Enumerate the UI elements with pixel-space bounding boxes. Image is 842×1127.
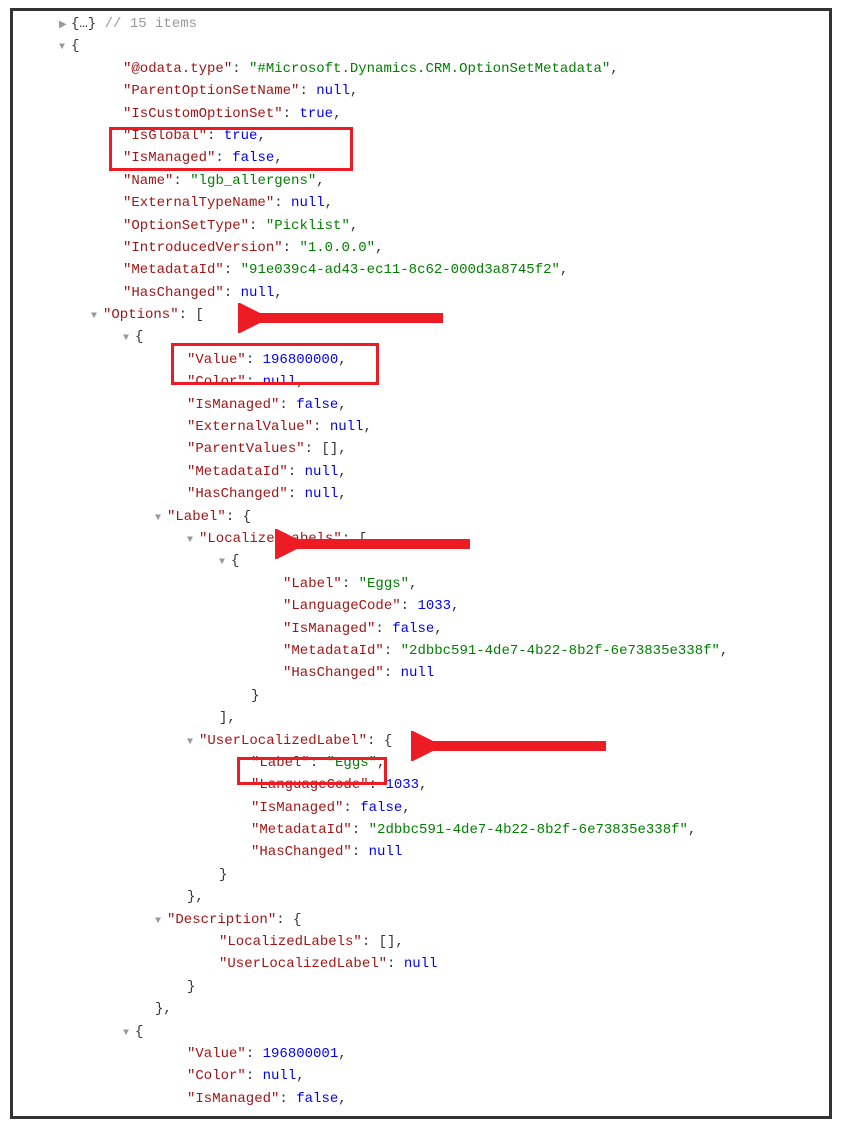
json-viewer-panel: ▶{…} // 15 items ▼{ "@odata.type": "#Mic… bbox=[10, 8, 832, 1119]
json-line: "MetadataId": "91e039c4-ad43-ec11-8c62-0… bbox=[19, 259, 823, 281]
json-line: "LanguageCode": 1033, bbox=[19, 595, 823, 617]
json-line: "MetadataId": "2dbbc591-4de7-4b22-8b2f-6… bbox=[19, 819, 823, 841]
json-line: "ExternalValue": null, bbox=[19, 416, 823, 438]
collapse-toggle-icon[interactable]: ▼ bbox=[187, 735, 199, 751]
json-line: "Name": "lgb_allergens", bbox=[19, 170, 823, 192]
json-line: "ParentValues": [], bbox=[19, 438, 823, 460]
json-line: }, bbox=[19, 998, 823, 1020]
json-line: "Value": 196800000, bbox=[19, 349, 823, 371]
json-line: } bbox=[19, 864, 823, 886]
json-line: "IsGlobal": true, bbox=[19, 125, 823, 147]
json-line: "IsManaged": false, bbox=[19, 1088, 823, 1110]
collapse-toggle-icon[interactable]: ▼ bbox=[155, 511, 167, 527]
json-line: "IsManaged": false, bbox=[19, 394, 823, 416]
collapse-toggle-icon[interactable]: ▼ bbox=[123, 331, 135, 347]
json-line: } bbox=[19, 976, 823, 998]
json-line: "HasChanged": null, bbox=[19, 483, 823, 505]
json-line: ▼{ bbox=[19, 35, 823, 57]
json-line: "IsManaged": false, bbox=[19, 147, 823, 169]
json-line: "LanguageCode": 1033, bbox=[19, 774, 823, 796]
json-line: "UserLocalizedLabel": null bbox=[19, 953, 823, 975]
json-line: "OptionSetType": "Picklist", bbox=[19, 215, 823, 237]
json-line: "ParentOptionSetName": null, bbox=[19, 80, 823, 102]
json-line: "Label": "Eggs", bbox=[19, 573, 823, 595]
collapse-toggle-icon[interactable]: ▼ bbox=[91, 309, 103, 325]
json-line: "HasChanged": null bbox=[19, 662, 823, 684]
json-line: "@odata.type": "#Microsoft.Dynamics.CRM.… bbox=[19, 58, 823, 80]
json-line: "IntroducedVersion": "1.0.0.0", bbox=[19, 237, 823, 259]
collapse-toggle-icon[interactable]: ▼ bbox=[123, 1026, 135, 1042]
json-line: "MetadataId": null, bbox=[19, 461, 823, 483]
json-line: "Value": 196800001, bbox=[19, 1043, 823, 1065]
json-line: }, bbox=[19, 886, 823, 908]
collapse-toggle-icon[interactable]: ▼ bbox=[187, 533, 199, 549]
json-line: ▼"Options": [ bbox=[19, 304, 823, 326]
json-line: "ExternalTypeName": null, bbox=[19, 192, 823, 214]
json-line: ▼"Description": { bbox=[19, 909, 823, 931]
json-line: "MetadataId": "2dbbc591-4de7-4b22-8b2f-6… bbox=[19, 640, 823, 662]
collapse-toggle-icon[interactable]: ▼ bbox=[155, 914, 167, 930]
collapse-toggle-icon[interactable]: ▼ bbox=[219, 555, 231, 571]
json-line: ], bbox=[19, 707, 823, 729]
json-line: "LocalizedLabels": [], bbox=[19, 931, 823, 953]
json-line: ▶{…} // 15 items bbox=[19, 13, 823, 35]
json-line: "HasChanged": null, bbox=[19, 282, 823, 304]
json-line: ▼{ bbox=[19, 550, 823, 572]
json-line: ▼"UserLocalizedLabel": { bbox=[19, 730, 823, 752]
json-line: "Color": null, bbox=[19, 1065, 823, 1087]
json-line: "IsManaged": false, bbox=[19, 618, 823, 640]
json-line: "IsCustomOptionSet": true, bbox=[19, 103, 823, 125]
json-line: ▼"Label": { bbox=[19, 506, 823, 528]
expand-toggle-icon[interactable]: ▶ bbox=[59, 18, 71, 34]
collapse-toggle-icon[interactable]: ▼ bbox=[59, 40, 71, 56]
json-line: "HasChanged": null bbox=[19, 841, 823, 863]
json-line: "IsManaged": false, bbox=[19, 797, 823, 819]
json-line: } bbox=[19, 685, 823, 707]
json-line: "Label": "Eggs", bbox=[19, 752, 823, 774]
json-line: ▼"LocalizedLabels": [ bbox=[19, 528, 823, 550]
json-line: ▼{ bbox=[19, 326, 823, 348]
json-line: "Color": null, bbox=[19, 371, 823, 393]
